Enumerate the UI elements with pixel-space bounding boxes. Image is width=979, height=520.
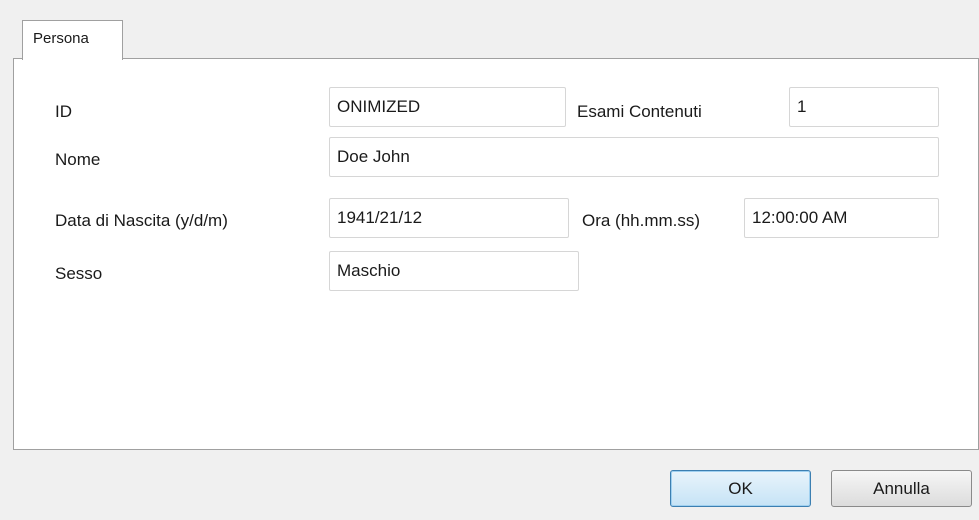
- annulla-button[interactable]: Annulla: [831, 470, 972, 507]
- sesso-field[interactable]: [329, 251, 579, 291]
- tab-persona[interactable]: Persona: [22, 20, 123, 60]
- id-label: ID: [55, 102, 72, 121]
- ora-field[interactable]: [744, 198, 939, 238]
- esami-contenuti-field[interactable]: [789, 87, 939, 127]
- ora-label: Ora (hh.mm.ss): [582, 211, 701, 230]
- esami-contenuti-label: Esami Contenuti: [577, 102, 702, 121]
- ok-button[interactable]: OK: [670, 470, 811, 507]
- data-nascita-label: Data di Nascita (y/d/m): [55, 211, 228, 230]
- data-nascita-field[interactable]: [329, 198, 569, 238]
- id-field[interactable]: [329, 87, 566, 127]
- nome-label: Nome: [55, 150, 101, 169]
- tab-persona-label: Persona: [33, 30, 89, 47]
- nome-field[interactable]: [329, 137, 939, 177]
- patient-info-dialog: Persona ID Esami Contenuti Nome Data di …: [0, 0, 979, 520]
- sesso-label: Sesso: [55, 264, 103, 283]
